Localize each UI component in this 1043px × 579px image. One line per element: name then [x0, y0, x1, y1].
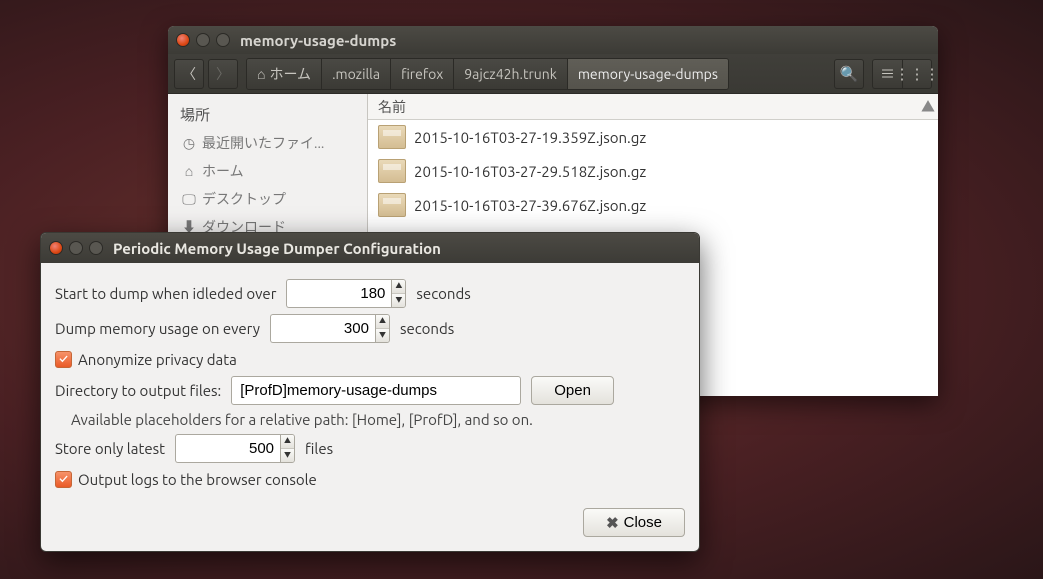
- search-button[interactable]: 🔍: [834, 59, 864, 89]
- anonymize-label: Anonymize privacy data: [78, 351, 237, 368]
- file-name: 2015-10-16T03-27-29.518Z.json.gz: [414, 163, 646, 180]
- sidebar-item-recent[interactable]: ◷ 最近開いたファイ...: [168, 129, 367, 157]
- idle-label: Start to dump when idleded over: [55, 285, 276, 302]
- home-icon: ⌂: [182, 163, 196, 179]
- chevron-up-icon[interactable]: ▲: [392, 280, 405, 294]
- home-icon: ⌂: [257, 66, 265, 82]
- column-headers[interactable]: 名前 ▲: [368, 94, 938, 120]
- store-label: Store only latest: [55, 440, 165, 457]
- checkbox-checked-icon[interactable]: ✓: [55, 351, 72, 368]
- list-item[interactable]: 2015-10-16T03-27-29.518Z.json.gz: [368, 154, 938, 188]
- search-icon: 🔍: [840, 65, 859, 83]
- open-button[interactable]: Open: [531, 376, 614, 405]
- config-dialog: Periodic Memory Usage Dumper Configurati…: [40, 232, 700, 552]
- list-item[interactable]: 2015-10-16T03-27-19.359Z.json.gz: [368, 120, 938, 154]
- maximize-icon[interactable]: [89, 241, 103, 255]
- sidebar-item-home[interactable]: ⌂ ホーム: [168, 157, 367, 185]
- every-seconds-input[interactable]: [270, 314, 375, 343]
- breadcrumb: ⌂ ホーム .mozilla firefox 9ajcz42h.trunk me…: [246, 58, 729, 90]
- chevron-right-icon: 〉: [216, 64, 230, 84]
- maximize-icon[interactable]: [216, 33, 230, 47]
- chevron-left-icon: 〈: [182, 64, 196, 84]
- forward-button[interactable]: 〉: [208, 59, 238, 89]
- every-stepper[interactable]: ▲ ▼: [375, 314, 390, 343]
- breadcrumb-seg[interactable]: 9ajcz42h.trunk: [454, 59, 568, 89]
- checkbox-checked-icon[interactable]: ✓: [55, 471, 72, 488]
- sidebar-item-label: ホーム: [202, 161, 244, 181]
- every-label: Dump memory usage on every: [55, 320, 260, 337]
- breadcrumb-home[interactable]: ⌂ ホーム: [247, 59, 322, 89]
- breadcrumb-label: ホーム: [269, 64, 311, 84]
- sidebar-item-desktop[interactable]: 🖵 デスクトップ: [168, 185, 367, 213]
- grid-icon: ⋮⋮⋮: [895, 65, 939, 83]
- archive-icon: [378, 125, 406, 149]
- output-logs-checkbox[interactable]: ✓ Output logs to the browser console: [55, 471, 685, 488]
- grid-view-button[interactable]: ⋮⋮⋮: [902, 59, 932, 89]
- clock-icon: ◷: [182, 135, 196, 152]
- chevron-down-icon[interactable]: ▼: [376, 329, 389, 342]
- sidebar-header: 場所: [168, 100, 367, 129]
- anonymize-checkbox[interactable]: ✓ Anonymize privacy data: [55, 351, 685, 368]
- every-unit: seconds: [400, 320, 454, 337]
- breadcrumb-seg[interactable]: .mozilla: [322, 59, 391, 89]
- store-count-input[interactable]: [175, 434, 280, 463]
- sort-indicator-icon[interactable]: ▲: [918, 97, 938, 117]
- idle-unit: seconds: [416, 285, 470, 302]
- idle-stepper[interactable]: ▲ ▼: [391, 279, 406, 308]
- back-button[interactable]: 〈: [174, 59, 204, 89]
- chevron-up-icon[interactable]: ▲: [376, 315, 389, 329]
- file-name: 2015-10-16T03-27-39.676Z.json.gz: [414, 197, 646, 214]
- store-stepper[interactable]: ▲ ▼: [280, 434, 295, 463]
- list-item[interactable]: 2015-10-16T03-27-39.676Z.json.gz: [368, 188, 938, 222]
- dlg-titlebar[interactable]: Periodic Memory Usage Dumper Configurati…: [41, 233, 699, 263]
- chevron-down-icon[interactable]: ▼: [281, 449, 294, 462]
- breadcrumb-seg[interactable]: firefox: [391, 59, 454, 89]
- file-name: 2015-10-16T03-27-19.359Z.json.gz: [414, 129, 646, 146]
- idle-seconds-input[interactable]: [286, 279, 391, 308]
- directory-input[interactable]: [231, 376, 521, 405]
- close-icon[interactable]: [176, 33, 190, 47]
- fm-toolbar: 〈 〉 ⌂ ホーム .mozilla firefox 9ajcz42h.trun…: [168, 54, 938, 94]
- desktop-icon: 🖵: [182, 191, 196, 208]
- directory-label: Directory to output files:: [55, 382, 221, 399]
- chevron-up-icon[interactable]: ▲: [281, 435, 294, 449]
- chevron-down-icon[interactable]: ▼: [392, 294, 405, 307]
- close-icon[interactable]: [49, 241, 63, 255]
- close-button[interactable]: ✖ Close: [583, 508, 685, 537]
- list-icon: ≡: [880, 63, 895, 84]
- dialog-title: Periodic Memory Usage Dumper Configurati…: [113, 240, 441, 257]
- breadcrumb-seg-active[interactable]: memory-usage-dumps: [568, 59, 728, 89]
- minimize-icon[interactable]: [69, 241, 83, 255]
- sidebar-item-label: デスクトップ: [202, 189, 286, 209]
- close-button-label: Close: [624, 514, 662, 531]
- archive-icon: [378, 159, 406, 183]
- minimize-icon[interactable]: [196, 33, 210, 47]
- placeholder-hint: Available placeholders for a relative pa…: [71, 411, 685, 428]
- window-title: memory-usage-dumps: [240, 32, 396, 49]
- sidebar-item-label: 最近開いたファイ...: [202, 133, 324, 153]
- fm-titlebar[interactable]: memory-usage-dumps: [168, 26, 938, 54]
- output-logs-label: Output logs to the browser console: [78, 471, 317, 488]
- archive-icon: [378, 193, 406, 217]
- column-name[interactable]: 名前: [368, 97, 918, 117]
- x-icon: ✖: [606, 514, 619, 532]
- store-unit: files: [305, 440, 333, 457]
